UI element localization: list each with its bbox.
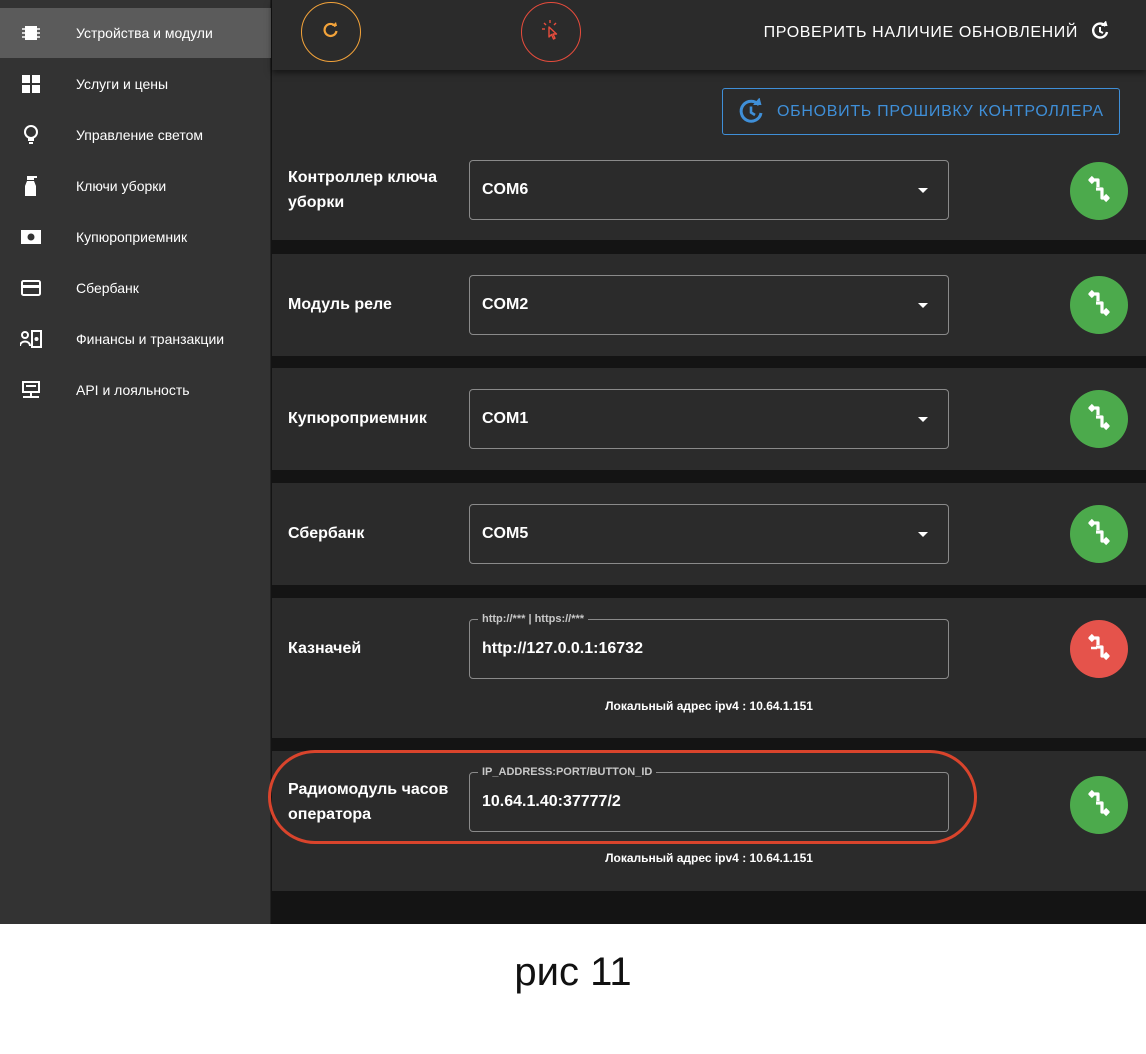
grid-icon	[20, 73, 42, 95]
connection-status-button[interactable]	[1070, 276, 1128, 334]
check-updates-button[interactable]: ПРОВЕРИТЬ НАЛИЧИЕ ОБНОВЛЕНИЙ	[764, 18, 1110, 48]
chevron-down-icon	[918, 532, 928, 537]
connection-status-button[interactable]	[1070, 776, 1128, 834]
url-field-value: http://127.0.0.1:16732	[482, 640, 643, 657]
app-window: Устройства и модули Услуги и цены Управл…	[0, 0, 1146, 924]
connection-icon	[1085, 403, 1113, 436]
sidebar-item-label: Услуги и цены	[76, 76, 169, 92]
api-icon	[20, 379, 42, 401]
check-updates-label: ПРОВЕРИТЬ НАЛИЧИЕ ОБНОВЛЕНИЙ	[763, 24, 1078, 41]
port-select[interactable]: COM1	[469, 389, 949, 449]
disconnected-icon	[1085, 633, 1113, 666]
sidebar-item-label: Управление светом	[76, 127, 203, 143]
touch-icon	[540, 19, 562, 46]
device-label: Купюроприемник	[288, 410, 427, 427]
port-select[interactable]: COM6	[469, 160, 949, 220]
chevron-down-icon	[918, 417, 928, 422]
credit-card-icon	[20, 277, 42, 299]
sidebar-item-bill-acceptor[interactable]: Купюроприемник	[0, 212, 271, 262]
sidebar-item-services[interactable]: Услуги и цены	[0, 59, 271, 109]
figure-caption: рис 11	[514, 950, 632, 994]
field-legend: http://*** | https://***	[478, 612, 589, 626]
local-address: Локальный адрес ipv4 : 10.64.1.151	[605, 699, 813, 713]
port-select-value: COM2	[482, 296, 529, 313]
banknote-icon	[20, 226, 42, 248]
sidebar-item-light[interactable]: Управление светом	[0, 110, 271, 160]
device-label: Казначей	[288, 640, 362, 657]
touch-button[interactable]	[521, 2, 581, 62]
address-field[interactable]: IP_ADDRESS:PORT/BUTTON_ID 10.64.1.40:377…	[469, 765, 949, 832]
update-firmware-label: ОБНОВИТЬ ПРОШИВКУ КОНТРОЛЛЕРА	[777, 102, 1104, 120]
address-field-value: 10.64.1.40:37777/2	[482, 793, 621, 810]
port-select-value: COM1	[482, 410, 529, 427]
device-row: Купюроприемник COM1	[272, 368, 1146, 470]
connection-status-button[interactable]	[1070, 390, 1128, 448]
field-legend: IP_ADDRESS:PORT/BUTTON_ID	[478, 765, 657, 779]
sidebar-item-label: Финансы и транзакции	[76, 331, 225, 347]
chip-icon	[20, 22, 42, 44]
local-address: Локальный адрес ipv4 : 10.64.1.151	[605, 851, 813, 865]
sidebar-item-devices[interactable]: Устройства и модули	[0, 8, 271, 58]
update-icon	[1090, 20, 1110, 46]
device-label: Сбербанк	[288, 525, 365, 542]
sidebar-item-label: API и лояльность	[76, 382, 190, 398]
device-row: Радиомодуль часов оператора IP_ADDRESS:P…	[272, 751, 1146, 891]
sidebar-item-finance[interactable]: Финансы и транзакции	[0, 314, 271, 364]
sidebar-item-label: Ключи уборки	[76, 178, 167, 194]
connection-status-button[interactable]	[1070, 620, 1128, 678]
connection-icon	[1085, 518, 1113, 551]
url-field[interactable]: http://*** | https://*** http://127.0.0.…	[469, 612, 949, 679]
sidebar-item-api[interactable]: API и лояльность	[0, 365, 271, 415]
sidebar-item-label: Купюроприемник	[76, 229, 188, 245]
device-row: Сбербанк COM5	[272, 483, 1146, 585]
sidebar-item-label: Сбербанк	[76, 280, 139, 296]
update-icon	[737, 97, 765, 131]
port-select[interactable]: COM5	[469, 504, 949, 564]
connection-icon	[1085, 175, 1113, 208]
sidebar-item-cleaning-keys[interactable]: Ключи уборки	[0, 161, 271, 211]
port-select-value: COM5	[482, 525, 529, 542]
connection-status-button[interactable]	[1070, 505, 1128, 563]
device-label: Радиомодуль часов оператора	[288, 781, 449, 823]
device-row: Казначей http://*** | https://*** http:/…	[272, 598, 1146, 738]
device-label: Контроллер ключа уборки	[288, 169, 438, 211]
connection-icon	[1085, 789, 1113, 822]
sidebar: Устройства и модули Услуги и цены Управл…	[0, 0, 271, 924]
spray-bottle-icon	[20, 175, 42, 197]
top-bar: ПРОВЕРИТЬ НАЛИЧИЕ ОБНОВЛЕНИЙ	[272, 0, 1146, 70]
port-select[interactable]: COM2	[469, 275, 949, 335]
refresh-icon	[323, 21, 339, 43]
main-content: ОБНОВИТЬ ПРОШИВКУ КОНТРОЛЛЕРА Контроллер…	[272, 70, 1146, 924]
port-select-value: COM6	[482, 181, 529, 198]
connection-status-button[interactable]	[1070, 162, 1128, 220]
update-firmware-button[interactable]: ОБНОВИТЬ ПРОШИВКУ КОНТРОЛЛЕРА	[722, 88, 1120, 135]
finance-icon	[20, 328, 42, 350]
sidebar-item-sberbank[interactable]: Сбербанк	[0, 263, 271, 313]
device-row: Модуль реле COM2	[272, 254, 1146, 356]
chevron-down-icon	[918, 303, 928, 308]
refresh-button[interactable]	[301, 2, 361, 62]
sidebar-item-label: Устройства и модули	[76, 25, 213, 41]
lightbulb-icon	[20, 124, 42, 146]
firmware-section: ОБНОВИТЬ ПРОШИВКУ КОНТРОЛЛЕРА Контроллер…	[272, 70, 1146, 240]
chevron-down-icon	[918, 188, 928, 193]
device-label: Модуль реле	[288, 296, 392, 313]
connection-icon	[1085, 289, 1113, 322]
